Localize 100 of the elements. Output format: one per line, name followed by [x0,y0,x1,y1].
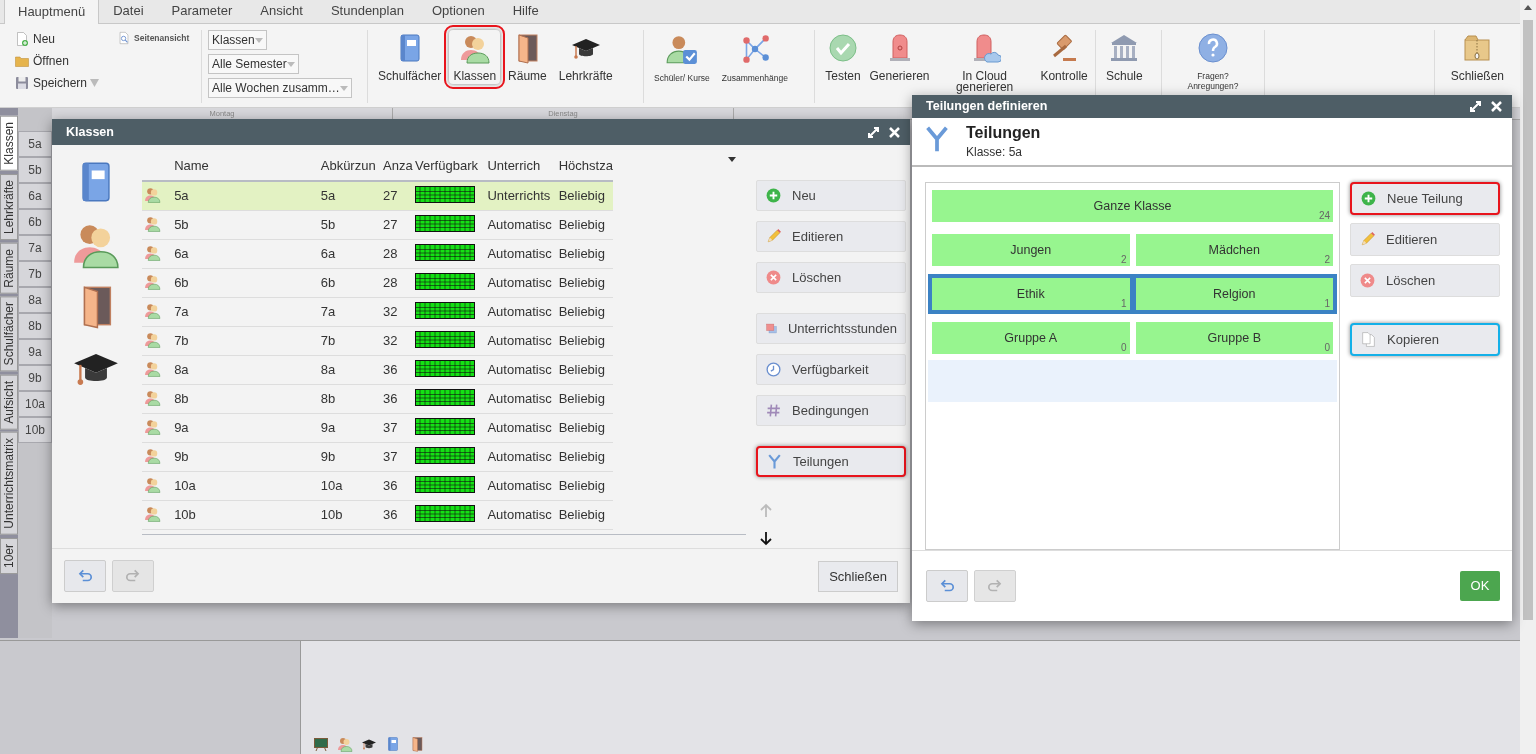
side-tab[interactable]: Unterrichtsmatrix [0,432,18,536]
ribbon-button[interactable]: Räume [504,30,551,84]
table-cell: 10a [318,471,381,500]
close-button[interactable]: Schließen [818,560,898,592]
side-tab[interactable]: Klassen [0,116,18,171]
ribbon-button[interactable]: Schulfächer [374,30,446,84]
action-button[interactable]: Editieren [1350,222,1500,256]
table-row[interactable]: 9b 9b 37 Automatisc Beliebig [142,442,613,471]
ribbon-button[interactable]: Schule [1102,30,1147,84]
action-button[interactable]: Verfügbarkeit [756,354,906,385]
side-tab[interactable]: Räume [0,242,18,294]
table-cell: 8a [318,355,381,384]
dropdown-caret-icon[interactable] [728,157,736,162]
table-row[interactable]: 6a 6a 28 Automatisc Beliebig [142,239,613,268]
undo-button[interactable] [926,569,968,602]
table-row[interactable]: 8a 8a 36 Automatisc Beliebig [142,355,613,384]
division-row[interactable]: Ethik 1 Relgion 1 [928,273,1337,314]
ribbon-button[interactable]: Schüler/ Kurse [650,30,714,85]
table-cell: Beliebig [556,413,613,442]
division-row[interactable]: Gruppe A 0 Gruppe B 0 [928,317,1337,358]
group-tile[interactable]: Jungen 2 [932,233,1130,266]
table-row[interactable]: 9a 9a 37 Automatisc Beliebig [142,413,613,442]
arrow-down-icon[interactable] [760,530,772,546]
availability-grid [415,272,476,290]
ribbon-button[interactable]: Klassen [449,30,501,84]
table-row[interactable]: 10a 10a 36 Automatisc Beliebig [142,471,613,500]
side-tab[interactable]: 10er [0,538,18,575]
ribbon-button[interactable]: Fragen? Anregungen? [1168,30,1258,93]
table-cell: 37 [381,413,414,442]
group-tile[interactable]: Mädchen 2 [1135,233,1333,266]
group-name: Gruppe A [1004,330,1058,345]
menu-tab[interactable]: Ansicht [246,0,317,23]
side-tab[interactable]: Aufsicht [0,374,18,430]
side-tab[interactable]: Schulfächer [0,296,18,372]
maximize-icon[interactable] [868,126,879,138]
stacked-squares-icon [765,320,778,337]
ribbon-button[interactable]: Testen [821,30,865,84]
action-button[interactable]: Unterrichtsstunden [756,313,906,344]
ribbon-button[interactable]: In Cloud generieren [934,30,1036,95]
menu-tab[interactable]: Parameter [157,0,247,23]
table-cell: 36 [381,500,414,529]
ribbon-button[interactable]: Generieren [869,30,931,84]
action-button[interactable]: Löschen [1350,263,1500,297]
division-row[interactable]: Jungen 2 Mädchen 2 [928,229,1337,270]
page-view-button[interactable]: Seitenansicht [115,30,192,46]
ribbon-button[interactable]: Kontrolle [1039,30,1089,84]
close-icon[interactable] [889,126,900,138]
action-button[interactable]: Löschen [756,262,906,293]
group-tile[interactable]: Gruppe A 0 [932,321,1130,354]
menu-tab[interactable]: Hilfe [498,0,553,23]
maximize-icon[interactable] [1470,100,1481,112]
dropdown-caret-icon [254,37,263,43]
open-button[interactable]: Öffnen [12,52,102,70]
student-count: 0 [1120,341,1127,353]
menu-tab[interactable]: Datei [99,0,158,23]
dropdown[interactable]: Klassen [208,30,267,50]
side-tab[interactable]: Lehrkräfte [0,173,18,240]
menu-tab[interactable]: Optionen [417,0,499,23]
table-cell: Beliebig [556,500,613,529]
table-cell: Beliebig [556,442,613,471]
table-cell: 10b [318,500,381,529]
action-button[interactable]: Neu [756,180,906,211]
table-row[interactable]: 5b 5b 27 Automatisc Beliebig [142,210,613,239]
people-icon [144,359,161,377]
table-row[interactable]: 8b 8b 36 Automatisc Beliebig [142,384,613,413]
action-button[interactable]: Kopieren [1350,322,1500,356]
class-label: 10a [18,391,52,417]
group-tile[interactable]: Gruppe B 0 [1135,321,1333,354]
menu-tab[interactable]: Hauptmenü [4,0,100,24]
table-cell: 36 [381,355,414,384]
table-row[interactable]: 7a 7a 32 Automatisc Beliebig [142,297,613,326]
dropdown[interactable]: Alle Wochen zusamm… [208,78,352,98]
action-button[interactable]: Editieren [756,221,906,252]
table-row[interactable]: 10b 10b 36 Automatisc Beliebig [142,500,613,529]
dropdown[interactable]: Alle Semester [208,54,299,74]
table-row[interactable]: 7b 7b 32 Automatisc Beliebig [142,326,613,355]
table-row[interactable]: 6b 6b 28 Automatisc Beliebig [142,268,613,297]
close-button[interactable]: Schließen [1446,30,1508,84]
new-button[interactable]: Neu [12,30,102,48]
availability-grid [415,214,476,232]
group-tile[interactable]: Relgion 1 [1135,277,1333,310]
availability-grid [415,504,476,522]
ribbon-button[interactable]: Lehrkräfte [554,30,617,84]
close-icon[interactable] [1491,100,1502,112]
chalkboard-icon [313,736,329,752]
action-button[interactable]: Bedingungen [756,395,906,426]
pencil-icon [1359,230,1376,248]
table-row[interactable]: 5a 5a 27 Unterrichts Beliebig [142,181,613,210]
group-name: Ethik [1016,286,1045,301]
table-cell: Beliebig [556,471,613,500]
ribbon-button[interactable]: Zusammenhänge [717,30,792,85]
save-button[interactable]: Speichern [12,74,102,92]
people-icon [144,388,161,406]
action-button[interactable]: Neue Teilung [1350,181,1500,215]
scrollbar-thumb[interactable] [1523,20,1533,620]
menu-tab[interactable]: Stundenplan [316,0,418,23]
action-button[interactable]: Teilungen [756,446,906,477]
table-cell: Automatisc [485,210,557,239]
group-tile[interactable]: Ethik 1 [932,277,1130,310]
door-icon [409,736,425,752]
